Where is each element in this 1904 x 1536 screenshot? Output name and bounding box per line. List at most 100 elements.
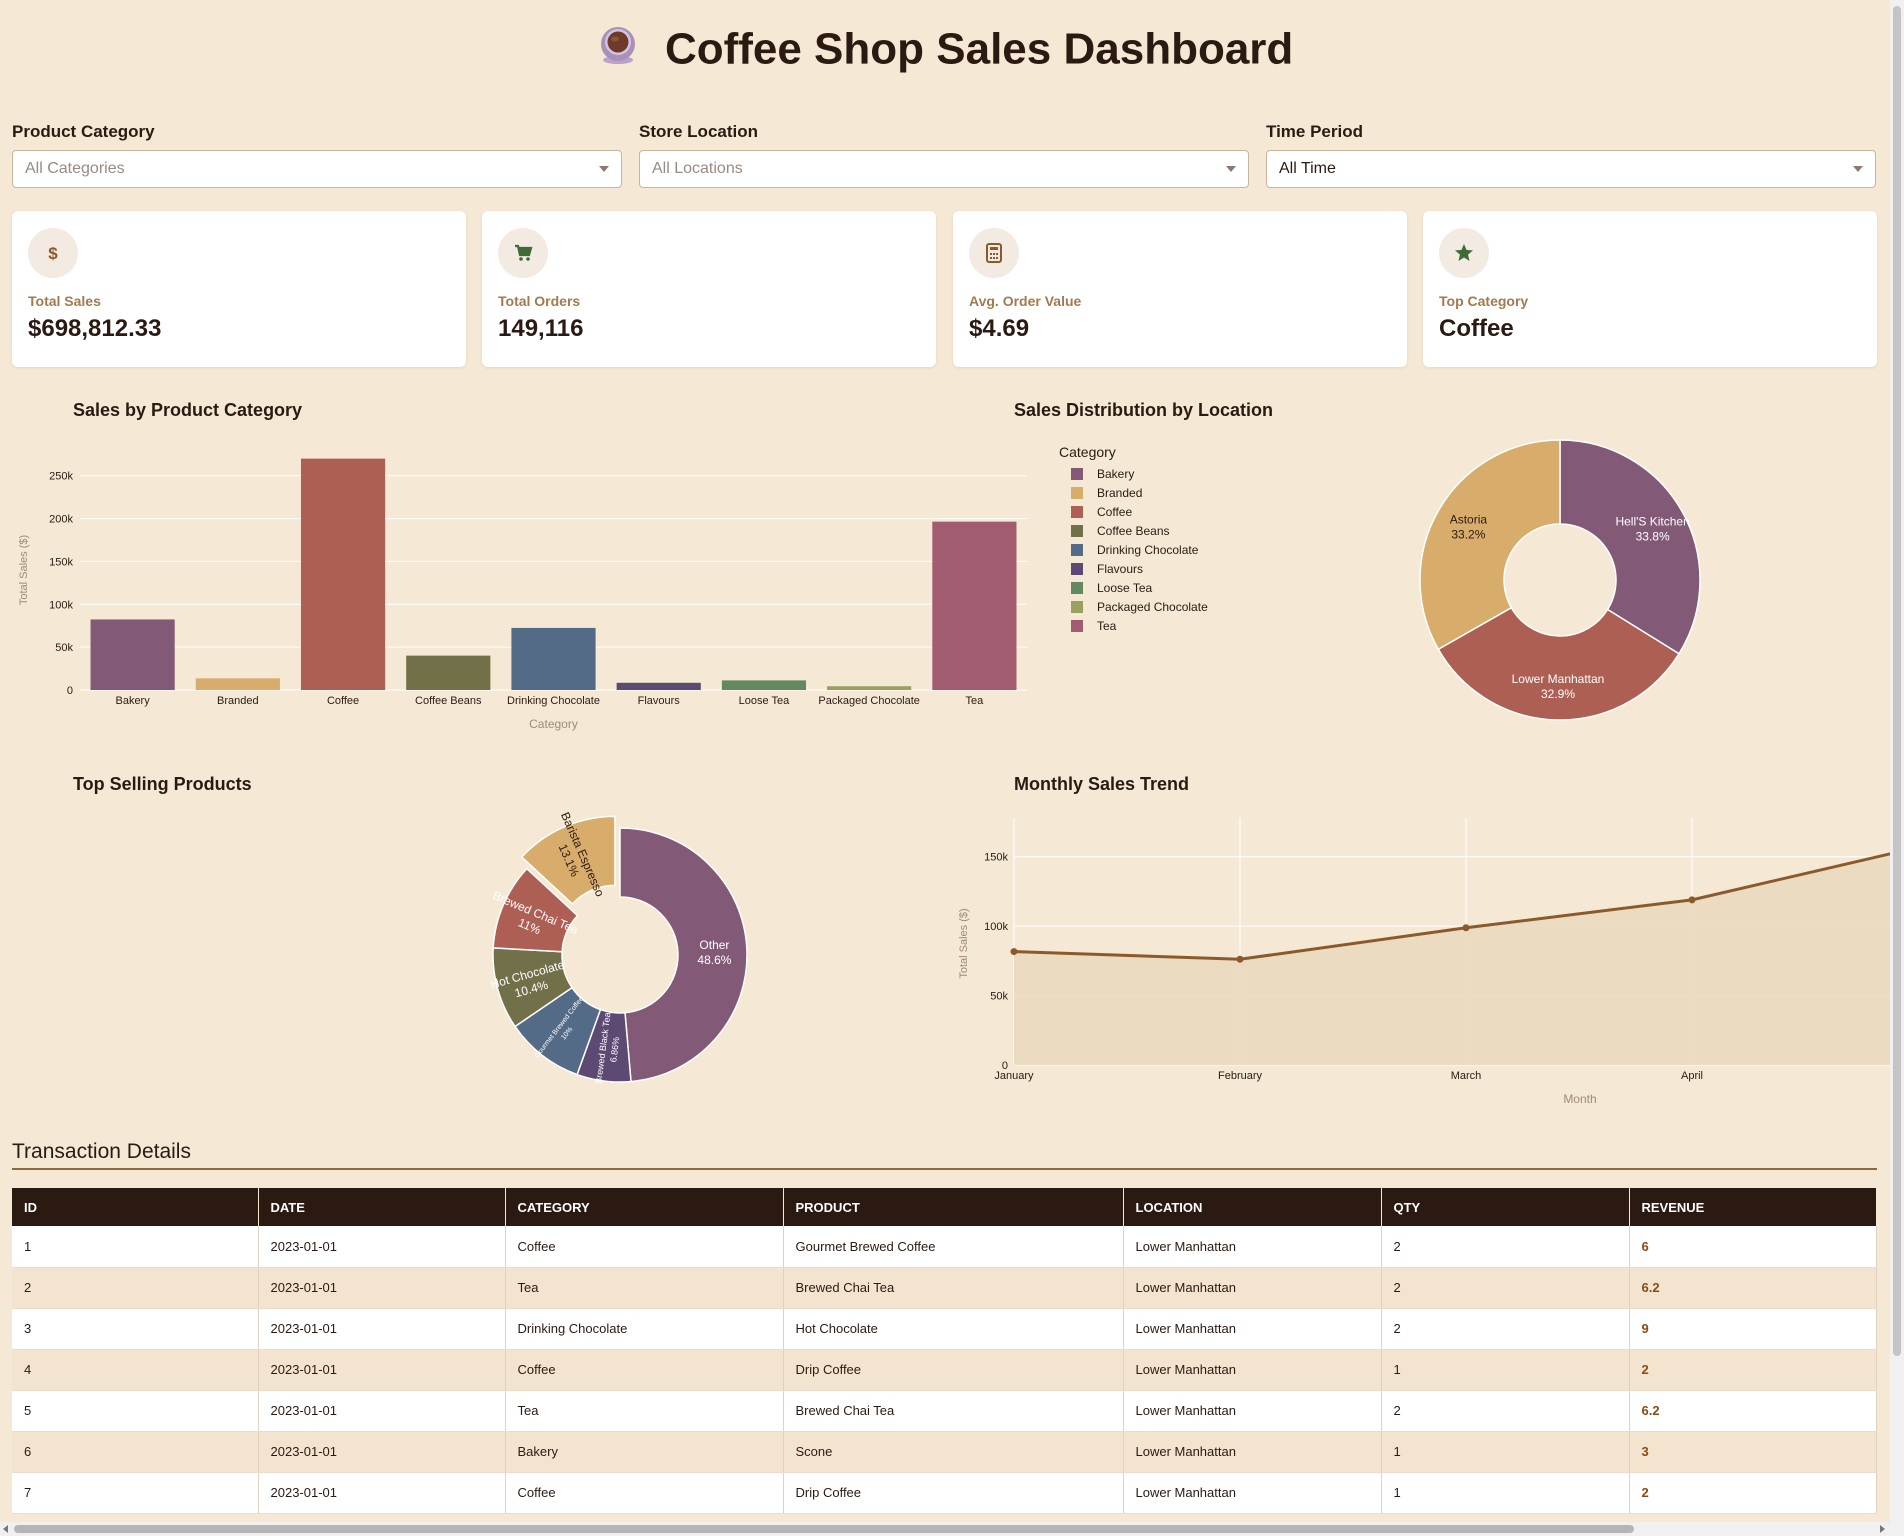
star-icon (1439, 228, 1489, 278)
cell-revenue: 2 (1629, 1349, 1877, 1391)
x-tick-label: January (994, 1070, 1034, 1082)
table-row[interactable]: 3 2023-01-01 Drinking Chocolate Hot Choc… (12, 1308, 1877, 1350)
y-axis-title: Total Sales ($) (18, 535, 30, 605)
scroll-left-arrow-icon[interactable] (3, 1525, 8, 1533)
data-point (1688, 896, 1696, 904)
x-tick-label: Loose Tea (739, 695, 790, 707)
column-header-qty[interactable]: QTY (1381, 1188, 1630, 1226)
kpi-value: 149,116 (498, 315, 584, 342)
x-tick-label: Drinking Chocolate (507, 695, 600, 707)
dropdown-value: All Categories (25, 160, 125, 177)
column-header-date[interactable]: DATE (258, 1188, 506, 1226)
x-tick-label: Flavours (638, 695, 681, 707)
product-category-dropdown[interactable]: All Categories (12, 150, 622, 188)
cell-date: 2023-01-01 (258, 1267, 506, 1309)
data-point (1236, 955, 1244, 963)
cell-date: 2023-01-01 (258, 1431, 506, 1473)
legend-label: Coffee (1097, 505, 1132, 519)
time-period-dropdown[interactable]: All Time (1266, 150, 1876, 188)
cell-category: Tea (505, 1390, 784, 1432)
bar-branded (195, 678, 280, 690)
store-location-dropdown[interactable]: All Locations (639, 150, 1249, 188)
y-tick-label: 150k (984, 852, 1008, 864)
cell-id: 4 (12, 1349, 259, 1391)
slice-percent: 32.9% (1541, 687, 1575, 701)
kpi-card-top-category: Top Category Coffee (1423, 211, 1877, 367)
x-axis-title: Category (529, 717, 578, 731)
chevron-down-icon (599, 166, 609, 172)
slice-label: Astoria (1450, 513, 1488, 527)
cell-category: Drinking Chocolate (505, 1308, 784, 1350)
filter-store-location: Store Location All Locations (639, 122, 1249, 188)
table-row[interactable]: 4 2023-01-01 Coffee Drip Coffee Lower Ma… (12, 1349, 1877, 1391)
cell-revenue: 2 (1629, 1472, 1877, 1514)
column-header-category[interactable]: CATEGORY (505, 1188, 784, 1226)
cell-id: 7 (12, 1472, 259, 1514)
table-title: Transaction Details (12, 1140, 191, 1163)
legend-swatch (1071, 487, 1083, 499)
column-header-location[interactable]: LOCATION (1123, 1188, 1382, 1226)
chevron-down-icon (1853, 166, 1863, 172)
slice-percent: 33.2% (1451, 528, 1485, 542)
table-row[interactable]: 1 2023-01-01 Coffee Gourmet Brewed Coffe… (12, 1226, 1877, 1268)
legend-label: Drinking Chocolate (1097, 543, 1199, 557)
cell-qty: 2 (1381, 1308, 1630, 1350)
cell-date: 2023-01-01 (258, 1390, 506, 1432)
x-tick-label: March (1451, 1070, 1482, 1082)
horizontal-scrollbar-thumb[interactable] (14, 1525, 1634, 1533)
table-row[interactable]: 5 2023-01-01 Tea Brewed Chai Tea Lower M… (12, 1390, 1877, 1432)
cell-date: 2023-01-01 (258, 1308, 506, 1350)
column-header-product[interactable]: PRODUCT (783, 1188, 1124, 1226)
bar-bakery (90, 619, 175, 690)
table-row[interactable]: 2 2023-01-01 Tea Brewed Chai Tea Lower M… (12, 1267, 1877, 1309)
legend-label: Flavours (1097, 562, 1143, 576)
y-tick-label: 50k (990, 991, 1008, 1003)
filter-time-period: Time Period All Time (1266, 122, 1876, 188)
legend-label: Bakery (1097, 467, 1134, 481)
data-point (1462, 924, 1470, 932)
horizontal-scrollbar[interactable] (0, 1522, 1890, 1536)
cell-product: Drip Coffee (783, 1472, 1124, 1514)
legend-swatch (1071, 582, 1083, 594)
x-tick-label: Coffee Beans (415, 695, 482, 707)
kpi-label: Total Orders (498, 293, 581, 309)
cell-category: Tea (505, 1267, 784, 1309)
slice-label: Lower Manhattan (1512, 672, 1605, 686)
cell-location: Lower Manhattan (1123, 1349, 1382, 1391)
cell-revenue: 6.2 (1629, 1390, 1877, 1432)
slice-hell-s-kitchen (1559, 439, 1701, 655)
cell-category: Coffee (505, 1349, 784, 1391)
kpi-value: $698,812.33 (28, 315, 162, 342)
scroll-right-arrow-icon[interactable] (1880, 1525, 1885, 1533)
kpi-card-avg-order-value: Avg. Order Value $4.69 (953, 211, 1407, 367)
legend-swatch (1071, 563, 1083, 575)
coffee-cup-icon (597, 23, 639, 76)
dashboard-title: Coffee Shop Sales Dashboard (664, 24, 1294, 74)
filter-label: Store Location (639, 122, 759, 141)
dollar-icon: $ (28, 228, 78, 278)
bar-drinking-chocolate (511, 627, 596, 690)
column-header-id[interactable]: ID (12, 1188, 259, 1226)
kpi-value: $4.69 (969, 315, 1030, 342)
table-row[interactable]: 6 2023-01-01 Bakery Scone Lower Manhatta… (12, 1431, 1877, 1473)
cell-qty: 2 (1381, 1267, 1630, 1309)
x-tick-label: Branded (217, 695, 259, 707)
vertical-scrollbar-thumb[interactable] (1893, 6, 1901, 1356)
legend-swatch (1071, 544, 1083, 556)
cell-location: Lower Manhattan (1123, 1431, 1382, 1473)
x-tick-label: February (1218, 1070, 1263, 1082)
cell-location: Lower Manhattan (1123, 1390, 1382, 1432)
chart-title-location: Sales Distribution by Location (1014, 400, 1274, 420)
chart-title-category: Sales by Product Category (73, 400, 303, 420)
bar-chart: 0 50k 100k 150k 200k 250k Bakery Branded Coffee C… (18, 458, 1027, 731)
cell-category: Bakery (505, 1431, 784, 1473)
vertical-scrollbar[interactable] (1890, 0, 1904, 1536)
cell-id: 3 (12, 1308, 259, 1350)
column-header-revenue[interactable]: REVENUE (1629, 1188, 1877, 1226)
kpi-label: Top Category (1439, 293, 1529, 309)
cell-id: 5 (12, 1390, 259, 1432)
calculator-icon (969, 228, 1019, 278)
table-row[interactable]: 7 2023-01-01 Coffee Drip Coffee Lower Ma… (12, 1472, 1877, 1514)
cell-revenue: 9 (1629, 1308, 1877, 1350)
legend-swatch (1071, 506, 1083, 518)
